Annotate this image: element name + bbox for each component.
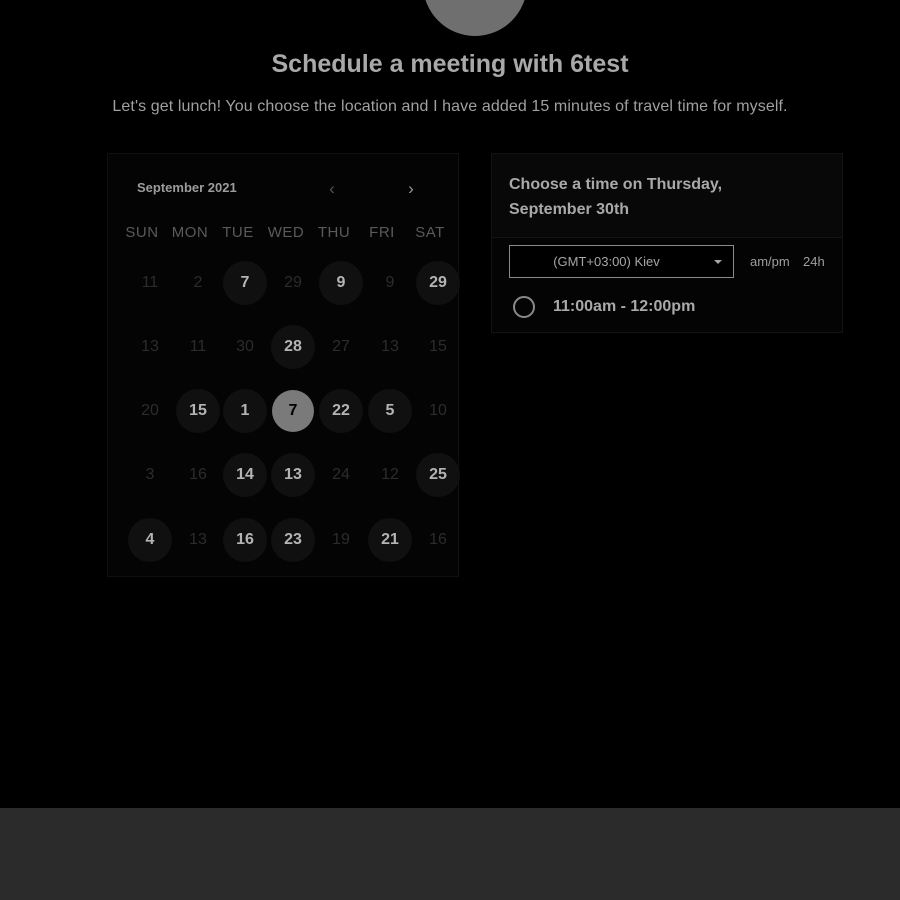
calendar-day: 20 [141,402,159,419]
time-panel-header: Choose a time on Thursday, September 30t… [492,154,842,238]
chevron-left-icon[interactable]: ‹ [321,178,343,200]
weekday-label: TUE [222,224,254,241]
calendar-day: 19 [332,531,350,548]
calendar: September 2021 ‹ › SUN MON TUE WED THU F… [107,153,460,577]
calendar-day: 16 [189,466,207,483]
chevron-right-icon[interactable]: › [400,178,422,200]
time-slot-label: 11:00am - 12:00pm [553,298,696,315]
calendar-day: 10 [429,402,447,419]
calendar-day[interactable]: 13 [271,453,315,497]
calendar-day: 13 [141,338,159,355]
calendar-month-label: September 2021 [137,180,237,195]
calendar-day[interactable]: 7 [223,261,267,305]
host-avatar [423,0,527,36]
weekday-label: FRI [369,224,395,241]
calendar-day: 15 [429,338,447,355]
calendar-day: 16 [429,531,447,548]
calendar-day[interactable]: 28 [271,325,315,369]
calendar-day[interactable]: 29 [416,261,460,305]
timezone-select[interactable]: (GMT+03:00) Kiev [509,245,734,278]
footer-bar [0,808,900,900]
calendar-day[interactable]: 14 [223,453,267,497]
calendar-day: 27 [332,338,350,355]
calendar-day: 24 [332,466,350,483]
calendar-day[interactable]: 25 [416,453,460,497]
calendar-day: 13 [381,338,399,355]
calendar-day: 2 [193,274,203,291]
weekday-label: THU [317,224,351,241]
calendar-day: 9 [385,274,395,291]
calendar-day[interactable]: 1 [223,389,267,433]
weekday-label: WED [267,224,305,241]
weekday-label: SAT [415,224,445,241]
calendar-day: 29 [284,274,302,291]
calendar-day[interactable]: 5 [368,389,412,433]
calendar-day[interactable]: 22 [319,389,363,433]
calendar-day: 13 [189,531,207,548]
calendar-day[interactable]: 16 [223,518,267,562]
calendar-day[interactable]: 23 [271,518,315,562]
calendar-day: 12 [381,466,399,483]
radio-icon[interactable] [513,296,535,318]
time-panel-title: Choose a time on Thursday, September 30t… [509,176,723,218]
format-24h-toggle[interactable]: 24h [803,254,825,269]
calendar-day-selected[interactable]: 7 [272,390,314,432]
calendar-day[interactable]: 9 [319,261,363,305]
calendar-day: 11 [141,274,159,291]
timezone-value: (GMT+03:00) Kiev [553,254,660,269]
page-subtitle: Let's get lunch! You choose the location… [112,98,788,115]
calendar-day[interactable]: 15 [176,389,220,433]
calendar-day: 30 [236,338,254,355]
calendar-day: 3 [145,466,155,483]
time-panel: Choose a time on Thursday, September 30t… [491,153,843,333]
calendar-day[interactable]: 4 [128,518,172,562]
weekday-label: SUN [125,224,159,241]
caret-down-icon [714,260,722,264]
format-ampm-toggle[interactable]: am/pm [750,254,790,269]
weekday-header: SUN MON TUE WED THU FRI SAT [118,224,454,241]
calendar-day: 11 [189,338,207,355]
page-title: Schedule a meeting with 6test [271,50,629,78]
calendar-day[interactable]: 21 [368,518,412,562]
weekday-label: MON [171,224,209,241]
